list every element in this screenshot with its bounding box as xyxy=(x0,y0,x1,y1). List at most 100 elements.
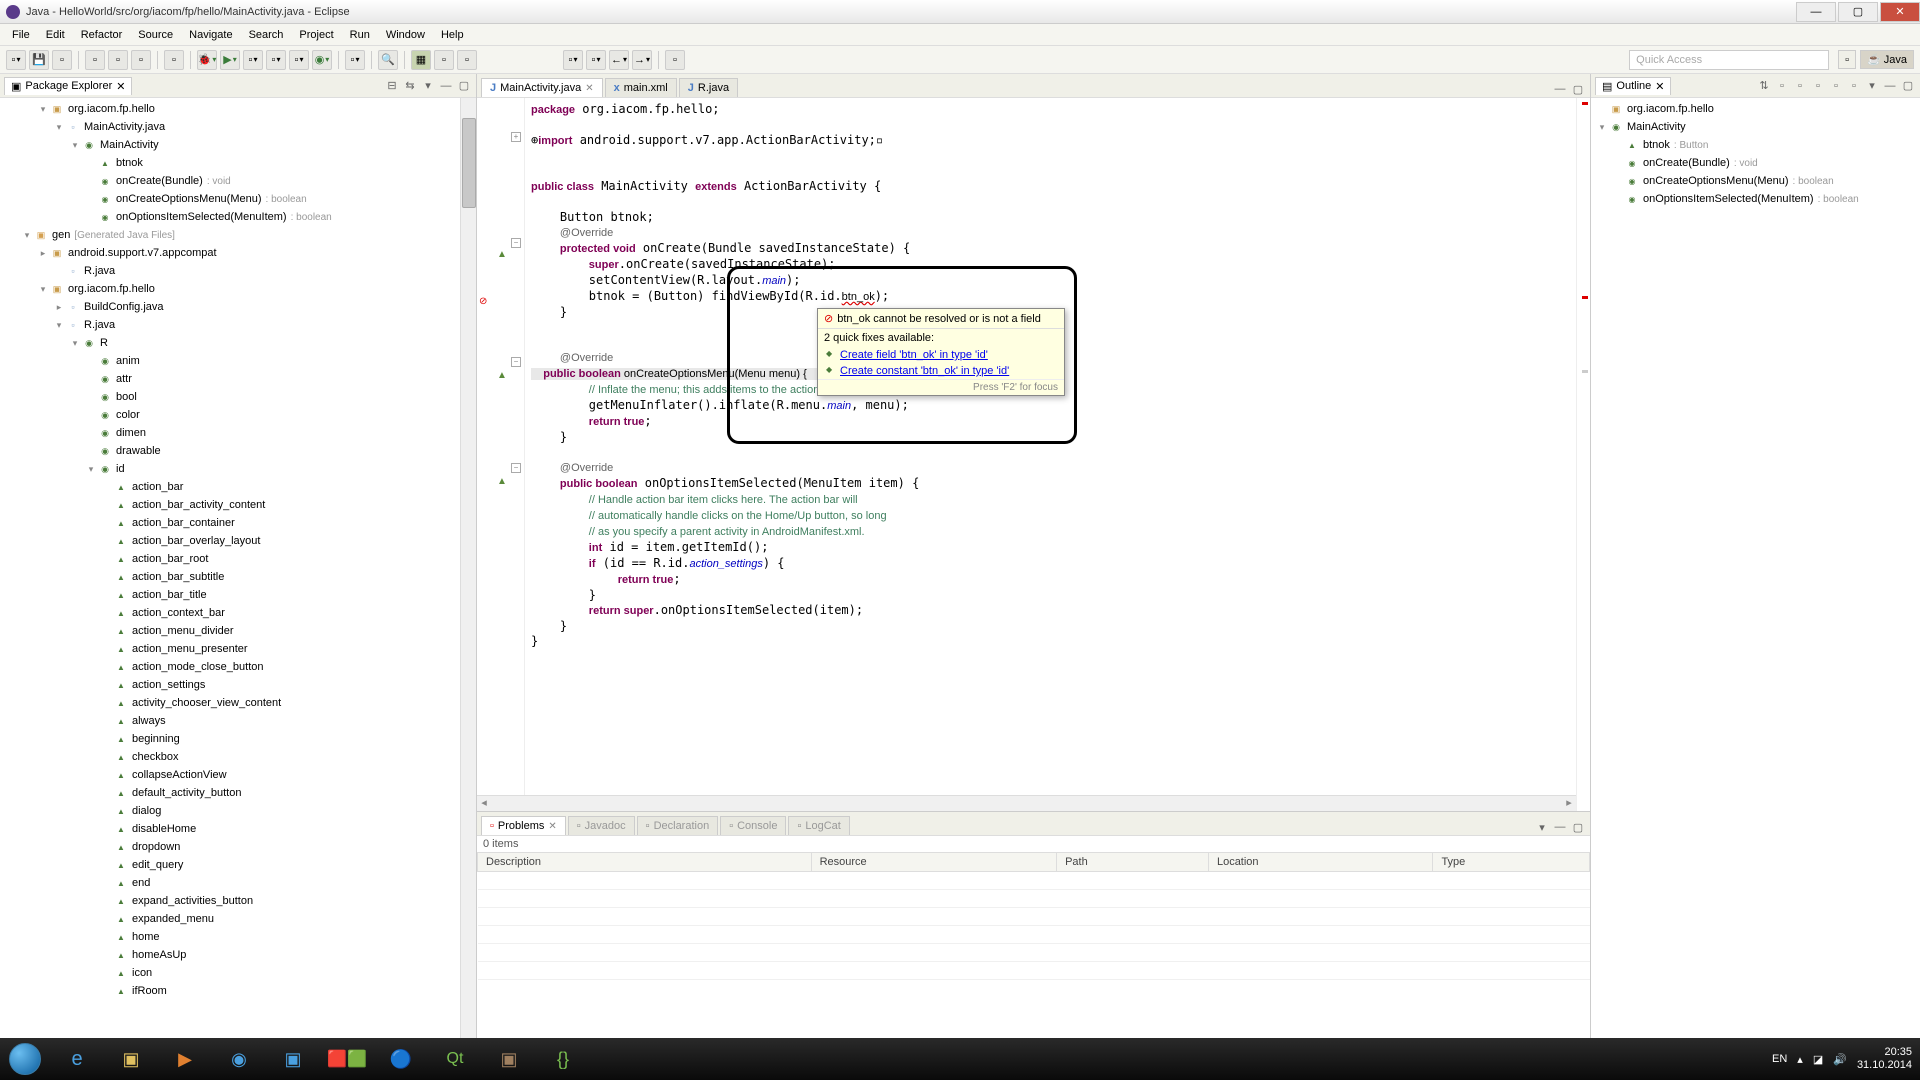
filter-icon[interactable]: ▫ xyxy=(1774,78,1790,94)
sort-icon[interactable]: ⇅ xyxy=(1756,78,1772,94)
maximize-icon[interactable]: ▢ xyxy=(456,78,472,94)
save-button[interactable]: 💾 xyxy=(29,50,49,70)
editor-tab[interactable]: JMainActivity.java✕ xyxy=(481,78,603,97)
save-all-button[interactable]: ▫ xyxy=(52,50,72,70)
tool-button[interactable]: ▫ xyxy=(434,50,454,70)
tree-item[interactable]: action_bar_subtitle xyxy=(0,568,476,586)
tree-item[interactable]: default_activity_button xyxy=(0,784,476,802)
tree-item[interactable]: action_mode_close_button xyxy=(0,658,476,676)
tree-item[interactable]: action_bar_root xyxy=(0,550,476,568)
tree-item[interactable]: drawable xyxy=(0,442,476,460)
tree-item[interactable]: onCreate(Bundle): void xyxy=(0,172,476,190)
taskbar-media[interactable]: ▶ xyxy=(159,1040,211,1078)
quick-access[interactable]: Quick Access xyxy=(1629,50,1829,70)
filter-icon[interactable]: ▫ xyxy=(1828,78,1844,94)
tree-item[interactable]: action_bar_title xyxy=(0,586,476,604)
taskbar-qt[interactable]: Qt xyxy=(429,1040,481,1078)
close-button[interactable]: ✕ xyxy=(1880,2,1920,22)
tree-item[interactable]: checkbox xyxy=(0,748,476,766)
view-menu-icon[interactable]: ▾ xyxy=(420,78,436,94)
tree-item[interactable]: ▾MainActivity xyxy=(1591,118,1920,136)
minimize-icon[interactable]: — xyxy=(1552,819,1568,835)
tree-item[interactable]: color xyxy=(0,406,476,424)
tree-item[interactable]: action_bar_activity_content xyxy=(0,496,476,514)
quickfix-create-constant[interactable]: Create constant 'btn_ok' in type 'id' xyxy=(818,363,1064,379)
tool-button[interactable]: ▫ xyxy=(563,50,583,70)
taskbar-eclipse[interactable]: {} xyxy=(537,1040,589,1078)
scrollbar[interactable] xyxy=(460,98,476,1056)
maximize-icon[interactable]: ▢ xyxy=(1900,78,1916,94)
editor-gutter[interactable]: + − ⊘ − ▲ ▲ − ▲ xyxy=(477,98,525,811)
taskbar-app[interactable]: 🟥🟩 xyxy=(321,1040,373,1078)
view-menu-icon[interactable]: ▾ xyxy=(1534,819,1550,835)
minimize-icon[interactable]: — xyxy=(1882,78,1898,94)
debug-button[interactable]: 🐞 xyxy=(197,50,217,70)
tree-item[interactable]: home xyxy=(0,928,476,946)
tray-clock[interactable]: 20:3531.10.2014 xyxy=(1857,1046,1912,1072)
problems-table[interactable]: DescriptionResourcePathLocationType xyxy=(477,852,1590,1056)
minimize-icon[interactable]: — xyxy=(1552,81,1568,97)
tree-item[interactable]: dropdown xyxy=(0,838,476,856)
tray-icon[interactable]: ▴ xyxy=(1797,1053,1803,1066)
tool-button[interactable]: ▫ xyxy=(243,50,263,70)
close-view-icon[interactable]: ✕ xyxy=(1655,80,1664,93)
menu-search[interactable]: Search xyxy=(241,27,292,43)
tree-item[interactable]: onCreate(Bundle): void xyxy=(1591,154,1920,172)
tree-item[interactable]: onCreateOptionsMenu(Menu): boolean xyxy=(0,190,476,208)
forward-button[interactable]: → xyxy=(632,50,652,70)
search-button[interactable]: 🔍 xyxy=(378,50,398,70)
tree-item[interactable]: dimen xyxy=(0,424,476,442)
filter-icon[interactable]: ▫ xyxy=(1846,78,1862,94)
bottom-tab-logcat[interactable]: ▫LogCat xyxy=(788,816,849,835)
bottom-tab-problems[interactable]: ▫Problems✕ xyxy=(481,816,566,835)
tree-item[interactable]: btnok: Button xyxy=(1591,136,1920,154)
fold-icon[interactable]: − xyxy=(511,238,521,248)
tool-button[interactable]: ▫ xyxy=(665,50,685,70)
tool-button[interactable]: ▫ xyxy=(345,50,365,70)
package-explorer-tree[interactable]: ▾org.iacom.fp.hello▾MainActivity.java▾Ma… xyxy=(0,98,476,1056)
tree-item[interactable]: icon xyxy=(0,964,476,982)
filter-icon[interactable]: ▫ xyxy=(1792,78,1808,94)
taskbar-ie[interactable]: e xyxy=(51,1040,103,1078)
tree-item[interactable]: action_context_bar xyxy=(0,604,476,622)
menu-file[interactable]: File xyxy=(4,27,38,43)
maximize-icon[interactable]: ▢ xyxy=(1570,819,1586,835)
editor-tab[interactable]: xmain.xml xyxy=(605,78,677,97)
code-editor[interactable]: + − ⊘ − ▲ ▲ − ▲ package org.iacom.fp.hel… xyxy=(477,98,1590,811)
tree-item[interactable]: onOptionsItemSelected(MenuItem): boolean xyxy=(1591,190,1920,208)
link-editor-icon[interactable]: ⇆ xyxy=(402,78,418,94)
toggle-button[interactable]: ▦ xyxy=(411,50,431,70)
tree-item[interactable]: R.java xyxy=(0,262,476,280)
menu-project[interactable]: Project xyxy=(291,27,341,43)
minimize-button[interactable]: — xyxy=(1796,2,1836,22)
tree-item[interactable]: collapseActionView xyxy=(0,766,476,784)
tree-item[interactable]: action_bar_container xyxy=(0,514,476,532)
editor-tab[interactable]: JR.java xyxy=(679,78,738,97)
tree-item[interactable]: homeAsUp xyxy=(0,946,476,964)
tray-icon[interactable]: ◪ xyxy=(1813,1053,1823,1066)
taskbar-chrome[interactable]: 🔵 xyxy=(375,1040,427,1078)
tree-item[interactable]: btnok xyxy=(0,154,476,172)
col-type[interactable]: Type xyxy=(1433,853,1590,872)
tool-button[interactable]: ▫ xyxy=(85,50,105,70)
bottom-tab-console[interactable]: ▫Console xyxy=(720,816,786,835)
bottom-tab-javadoc[interactable]: ▫Javadoc xyxy=(568,816,635,835)
close-view-icon[interactable]: ✕ xyxy=(116,80,125,93)
tree-item[interactable]: ▾MainActivity.java xyxy=(0,118,476,136)
tree-item[interactable]: action_bar_overlay_layout xyxy=(0,532,476,550)
col-resource[interactable]: Resource xyxy=(811,853,1057,872)
new-button[interactable]: ▫ xyxy=(6,50,26,70)
menu-help[interactable]: Help xyxy=(433,27,472,43)
new-class-button[interactable]: ◉ xyxy=(312,50,332,70)
code-area[interactable]: package org.iacom.fp.hello; ⊕import andr… xyxy=(525,98,1576,811)
tree-item[interactable]: onCreateOptionsMenu(Menu): boolean xyxy=(1591,172,1920,190)
start-button[interactable] xyxy=(0,1038,50,1080)
tree-item[interactable]: ▾id xyxy=(0,460,476,478)
fold-icon[interactable]: − xyxy=(511,463,521,473)
taskbar-explorer[interactable]: ▣ xyxy=(105,1040,157,1078)
filter-icon[interactable]: ▫ xyxy=(1810,78,1826,94)
tree-item[interactable]: disableHome xyxy=(0,820,476,838)
overview-ruler[interactable] xyxy=(1576,98,1590,811)
tree-item[interactable]: ▸BuildConfig.java xyxy=(0,298,476,316)
maximize-icon[interactable]: ▢ xyxy=(1570,81,1586,97)
